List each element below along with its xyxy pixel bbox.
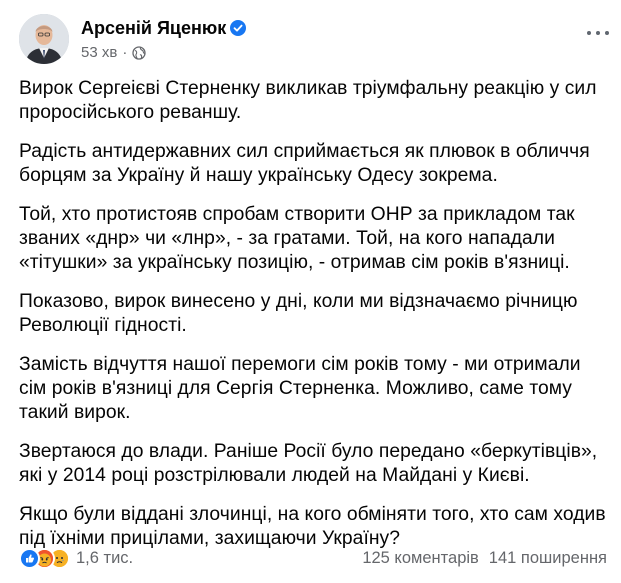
verified-badge-icon [230,20,247,36]
post-body: Вирок Сергеієві Стерненку викликав тріум… [19,77,609,566]
engagement-counts: 125 коментарів 141 поширення [362,546,607,570]
post-footer: 1,6 тис. 125 коментарів 141 поширення [19,546,607,570]
like-icon [19,547,40,569]
globe-icon[interactable] [132,45,146,60]
post-paragraph: Радість антидержавних сил сприймається я… [19,141,590,186]
shares-count-link[interactable]: 141 поширення [489,549,607,568]
post-paragraph: Вирок Сергеієві Стерненку викликав тріум… [19,78,597,123]
post-paragraph: Звертаюся до влади. Раніше Росії було пе… [19,441,598,486]
avatar[interactable] [19,14,69,64]
meta-separator: · [122,44,128,61]
reaction-count: 1,6 тис. [76,548,134,567]
post-header: Арсеній Яценюк 53 хв · [19,14,609,66]
post-paragraph: Якщо були віддані злочинці, на кого обмі… [19,504,606,549]
post-paragraph: Замість відчуття нашої перемоги сім рокі… [19,354,581,423]
more-options-icon[interactable] [587,28,609,38]
post-meta: 53 хв · [81,44,146,61]
author-name[interactable]: Арсеній Яценюк [81,18,226,38]
post-paragraph: Той, хто протистояв спробам створити ОНР… [19,204,575,273]
comments-count-link[interactable]: 125 коментарів [362,549,478,568]
reactions-summary[interactable]: 1,6 тис. [19,546,133,570]
post-paragraph: Показово, вирок винесено у дні, коли ми … [19,291,578,336]
facebook-post: Арсеній Яценюк 53 хв · Вирок Сергеієві С… [0,0,621,583]
author-name-line: Арсеній Яценюк [81,18,247,39]
post-timestamp[interactable]: 53 хв [81,44,117,61]
